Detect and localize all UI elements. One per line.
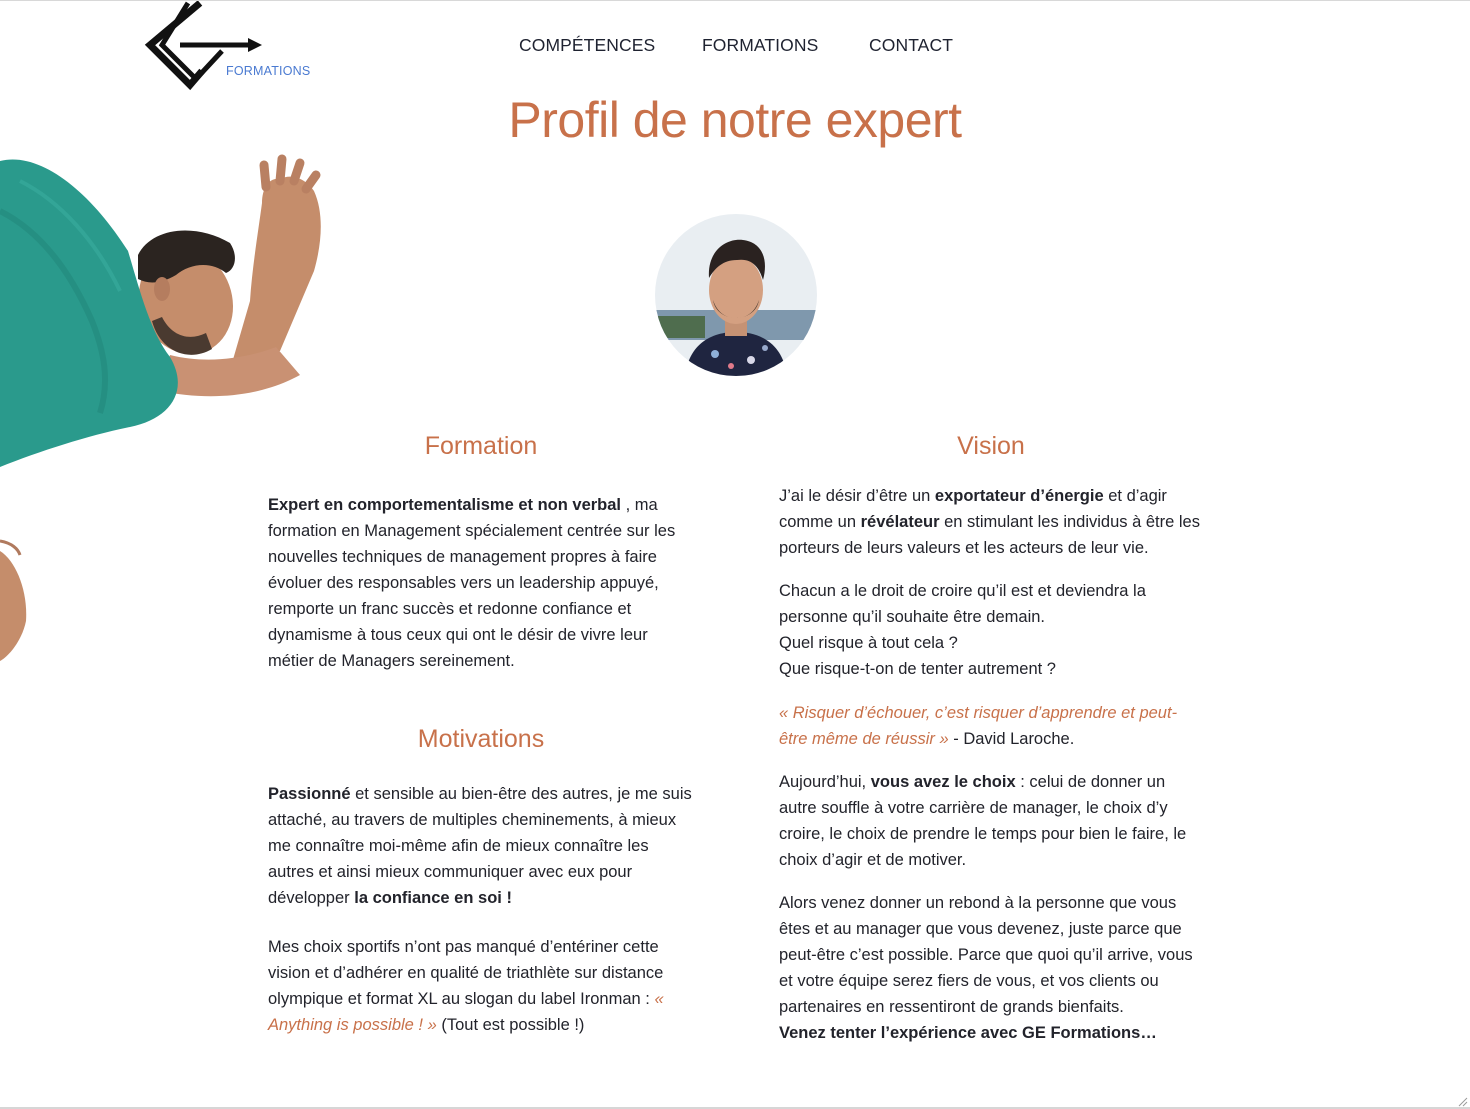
motivations-bold-1: Passionné bbox=[268, 785, 351, 803]
motivations-text: Passionné et sensible au bien-être des a… bbox=[268, 781, 698, 1038]
vision-p4-bold: vous avez le choix bbox=[870, 773, 1016, 791]
formation-heading: Formation bbox=[424, 432, 538, 460]
vision-p1-bold-2: révélateur bbox=[860, 513, 940, 531]
vision-p2-line-3: Que risque-t-on de tenter autrement ? bbox=[779, 660, 1056, 678]
logo-text: FORMATIONS bbox=[226, 64, 311, 78]
vision-p2-line-2: Quel risque à tout cela ? bbox=[779, 634, 958, 652]
formation-body: , ma formation en Management spécialemen… bbox=[268, 496, 676, 670]
motivations-body-2: Mes choix sportifs n’ont pas manqué d’en… bbox=[268, 938, 664, 1008]
nav-item-contact[interactable]: CONTACT bbox=[869, 35, 953, 56]
formation-text: Expert en comportementalisme et non verb… bbox=[268, 492, 698, 674]
formation-bold: Expert en comportementalisme et non verb… bbox=[268, 496, 622, 514]
motivations-heading: Motivations bbox=[417, 725, 545, 753]
vision-p5: Alors venez donner un rebond à la person… bbox=[779, 894, 1193, 1016]
vision-p4-a: Aujourd’hui, bbox=[779, 773, 871, 791]
nav-item-formations[interactable]: FORMATIONS bbox=[702, 35, 818, 56]
motivations-quote-translation: (Tout est possible !) bbox=[436, 1016, 585, 1034]
vision-quote-author: - David Laroche. bbox=[948, 730, 1075, 748]
main-nav: COMPÉTENCES FORMATIONS CONTACT bbox=[0, 35, 1470, 59]
resize-grip-icon[interactable] bbox=[1456, 1095, 1468, 1107]
expert-photo bbox=[655, 214, 817, 376]
vision-cta: Venez tenter l’expérience avec GE Format… bbox=[779, 1024, 1157, 1042]
nav-item-competences[interactable]: COMPÉTENCES bbox=[519, 35, 655, 56]
vision-heading: Vision bbox=[957, 432, 1025, 460]
vision-p1-a: J’ai le désir d’être un bbox=[779, 487, 935, 505]
vision-text: J’ai le désir d’être un exportateur d’én… bbox=[779, 483, 1204, 1046]
vision-p2-line-1: Chacun a le droit de croire qu’il est et… bbox=[779, 582, 1146, 626]
expert-portrait bbox=[655, 214, 817, 376]
vision-p1-bold-1: exportateur d’énergie bbox=[934, 487, 1104, 505]
page-title: Profil de notre expert bbox=[508, 92, 962, 148]
motivations-bold-2: la confiance en soi ! bbox=[354, 889, 512, 907]
